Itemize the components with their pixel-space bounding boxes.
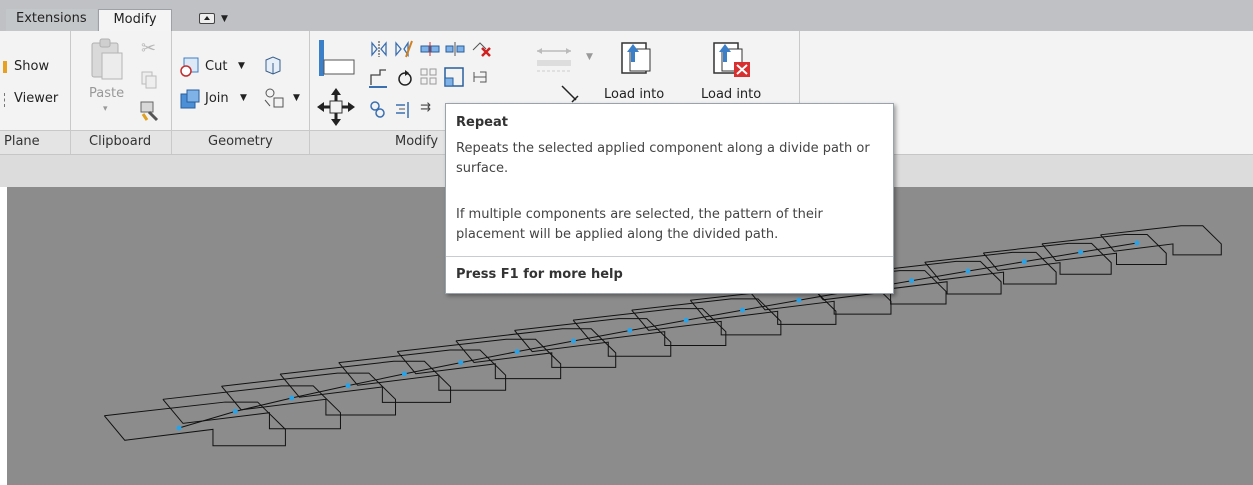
paste-icon xyxy=(91,38,123,80)
repeat-tooltip: Repeat Repeats the selected applied comp… xyxy=(445,103,894,294)
panel-divider xyxy=(171,31,172,154)
load-into-project-and-close-button[interactable]: Load into xyxy=(701,87,761,102)
rotate-icon[interactable] xyxy=(396,68,414,88)
join-dropdown-icon[interactable]: ▼ xyxy=(240,93,247,103)
copy-icon[interactable] xyxy=(140,70,158,90)
measure-icon[interactable] xyxy=(560,84,580,104)
divide-point-node[interactable] xyxy=(1021,259,1027,265)
split-element-icon[interactable] xyxy=(420,42,440,56)
tooltip-description: Repeats the selected applied component a… xyxy=(456,141,870,176)
viewport-left-margin xyxy=(0,187,7,485)
repeated-profile-outline xyxy=(924,251,1057,285)
divide-point-node[interactable] xyxy=(965,268,971,274)
match-properties-icon[interactable] xyxy=(139,100,161,122)
split-face-icon[interactable] xyxy=(262,86,286,110)
viewer-icon xyxy=(4,93,6,107)
delete-element-icon[interactable] xyxy=(470,38,492,58)
trim-extend-icon[interactable] xyxy=(393,100,415,120)
split-with-gap-icon[interactable] xyxy=(445,42,465,56)
divide-point-node[interactable] xyxy=(909,278,915,284)
join-geometry-button[interactable]: Join xyxy=(205,91,229,106)
divide-point-node[interactable] xyxy=(627,328,633,334)
ribbon-tab-bar: Extensions Modify ▼ xyxy=(0,0,1253,31)
join-geometry-icon xyxy=(180,89,200,109)
aligned-dimension-icon[interactable] xyxy=(533,40,581,80)
load-into-project-button[interactable]: Load into xyxy=(604,87,664,102)
divide-point-node[interactable] xyxy=(176,425,182,431)
mirror-draw-axis-icon[interactable] xyxy=(394,40,414,58)
tooltip-title: Repeat xyxy=(456,115,508,130)
divide-point-node[interactable] xyxy=(514,349,520,355)
cut-clipboard-icon[interactable]: ✂ xyxy=(141,38,156,59)
divide-point-node[interactable] xyxy=(458,360,464,366)
cut-dropdown-icon[interactable]: ▼ xyxy=(238,61,245,71)
split-dropdown-icon[interactable]: ▼ xyxy=(293,93,300,103)
viewer-button[interactable]: Viewer xyxy=(14,91,58,106)
show-plane-icon xyxy=(3,61,7,73)
repeated-profile-outline xyxy=(982,242,1112,275)
minimize-ribbon-button[interactable]: ▼ xyxy=(196,11,240,27)
offset-icon[interactable] xyxy=(368,67,388,89)
paste-button[interactable]: Paste xyxy=(89,86,124,101)
tooltip-help-hint: Press F1 for more help xyxy=(456,267,623,282)
divide-point-node[interactable] xyxy=(740,307,746,313)
panel-label-modify[interactable]: Modify xyxy=(395,134,438,149)
tooltip-details: If multiple components are selected, the… xyxy=(456,207,823,242)
mirror-pick-axis-icon[interactable] xyxy=(370,40,388,58)
move-icon[interactable] xyxy=(316,87,356,127)
panel-label-plane[interactable]: Plane xyxy=(4,134,40,149)
divide-point-node[interactable] xyxy=(796,297,802,303)
repeated-profile-outline xyxy=(1100,225,1222,256)
repeated-profile-outline xyxy=(103,401,286,447)
chevron-down-icon: ▼ xyxy=(221,14,228,24)
divide-point-node[interactable] xyxy=(289,395,295,401)
divide-point-node[interactable] xyxy=(570,338,576,344)
scale-icon[interactable] xyxy=(443,66,465,88)
divide-point-node[interactable] xyxy=(401,371,407,377)
panel-divider xyxy=(309,31,310,154)
align-icon[interactable] xyxy=(317,38,357,80)
wall-joins-icon[interactable] xyxy=(263,55,283,77)
load-into-project-and-close-icon xyxy=(713,42,750,77)
show-plane-button[interactable]: Show xyxy=(14,59,49,74)
paste-dropdown-icon[interactable]: ▾ xyxy=(103,104,108,114)
divide-point-node[interactable] xyxy=(1134,240,1140,246)
divide-point-node[interactable] xyxy=(1078,249,1084,255)
tab-modify[interactable]: Modify xyxy=(98,9,172,31)
divide-point-node[interactable] xyxy=(232,408,238,414)
cut-geometry-button[interactable]: Cut xyxy=(205,59,227,74)
dimension-dropdown-icon[interactable]: ▼ xyxy=(586,52,593,62)
pin-icon[interactable] xyxy=(470,68,490,86)
panel-label-geometry[interactable]: Geometry xyxy=(208,134,273,149)
divide-point-node[interactable] xyxy=(683,317,689,323)
panel-divider xyxy=(70,31,71,154)
trim-multiple-icon[interactable]: ⇉ xyxy=(420,100,431,115)
tab-extensions[interactable]: Extensions xyxy=(6,9,97,31)
minimize-ribbon-icon xyxy=(199,13,215,24)
divide-point-node[interactable] xyxy=(345,383,351,389)
tooltip-divider xyxy=(446,256,893,257)
cut-geometry-icon xyxy=(180,57,199,77)
load-into-project-icon xyxy=(621,42,651,74)
panel-label-clipboard[interactable]: Clipboard xyxy=(89,134,151,149)
array-icon[interactable] xyxy=(420,68,438,86)
copy-element-icon[interactable] xyxy=(368,99,388,121)
